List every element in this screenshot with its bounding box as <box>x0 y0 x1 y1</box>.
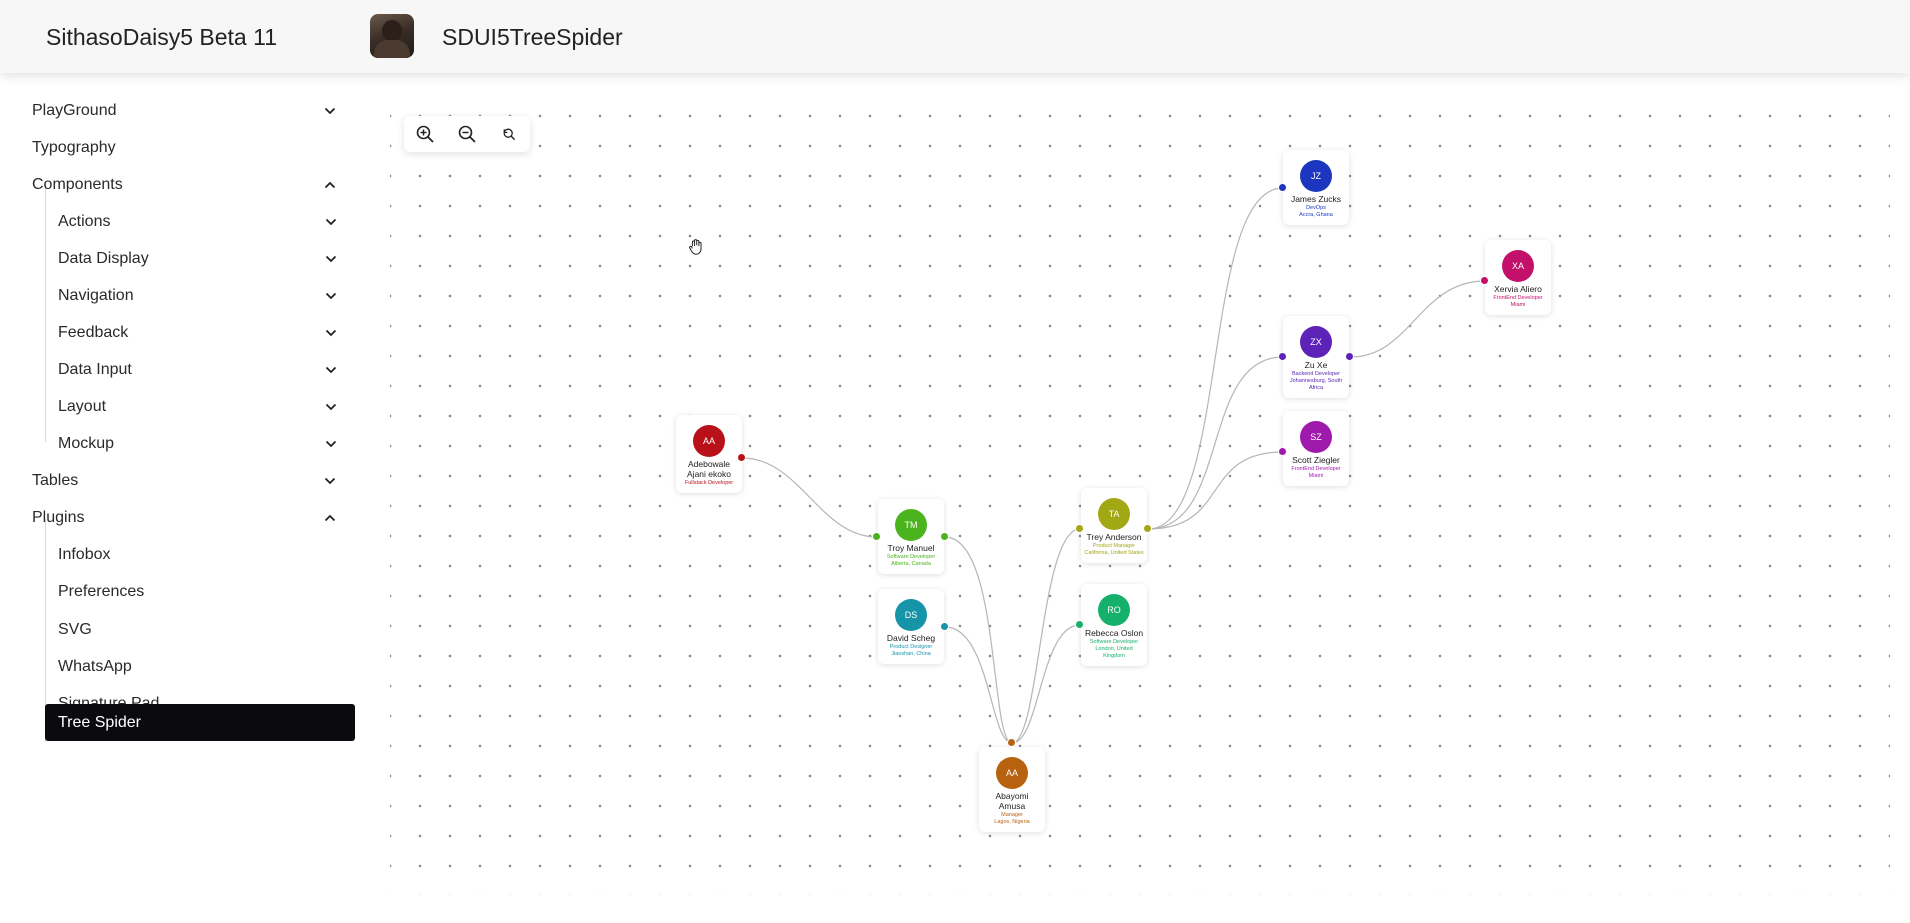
node-location: Accra, Ghana <box>1299 212 1333 218</box>
node-name: Rebecca Oslon <box>1084 628 1144 638</box>
node-connector[interactable] <box>1143 524 1152 533</box>
node-location: Lagos, Nigeria <box>994 819 1030 825</box>
node-role: Software Developer <box>1089 639 1139 645</box>
node-name: Troy Manuel <box>887 543 935 553</box>
tree-link <box>1147 356 1284 530</box>
node-name: David Scheg <box>886 633 936 643</box>
node-connector[interactable] <box>1007 738 1016 747</box>
node-connector[interactable] <box>1075 620 1084 629</box>
node-connector[interactable] <box>737 453 746 462</box>
avatar: SZ <box>1300 421 1332 453</box>
tree-node[interactable]: ZX Zu Xe Backend Developer Johannesburg,… <box>1283 316 1349 398</box>
node-location <box>676 487 742 493</box>
node-connector[interactable] <box>940 532 949 541</box>
node-connector[interactable] <box>940 622 949 631</box>
node-role: FrontEnd Developer <box>1291 466 1341 472</box>
node-name: Xervia Aliero <box>1494 284 1542 294</box>
avatar: TA <box>1098 498 1130 530</box>
node-location: London, United Kingdom <box>1095 646 1133 659</box>
tree-node[interactable]: RO Rebecca Oslon Software Developer Lond… <box>1081 584 1147 666</box>
node-role: Product Designer <box>889 644 933 650</box>
node-role: Product Manager <box>1092 543 1136 549</box>
tree-link <box>1147 187 1284 530</box>
avatar: XA <box>1502 250 1534 282</box>
avatar: AA <box>996 757 1028 789</box>
tree-node[interactable]: AA Abayomi Amusa Manager Lagos, Nigeria <box>979 747 1045 832</box>
node-name: Abayomi Amusa <box>995 791 1029 811</box>
tree-link <box>1350 280 1486 358</box>
tree-link <box>1011 528 1081 744</box>
tree-link <box>741 457 878 538</box>
node-connector[interactable] <box>1345 352 1354 361</box>
node-location: Johannesburg, South Africa <box>1289 378 1343 391</box>
node-role: Fullstack Developer <box>684 480 734 486</box>
node-name: Scott Ziegler <box>1292 455 1340 465</box>
avatar: ZX <box>1300 326 1332 358</box>
node-location: Miami <box>1308 473 1324 479</box>
node-location: Alberta, Canada <box>891 561 931 567</box>
tree-node[interactable]: DS David Scheg Product Designer Jiaoshan… <box>878 589 944 664</box>
avatar: AA <box>693 425 725 457</box>
tree-link <box>1147 451 1284 530</box>
tree-links <box>741 187 1486 744</box>
node-connector[interactable] <box>1278 183 1287 192</box>
avatar: RO <box>1098 594 1130 626</box>
node-role: Backend Developer <box>1291 371 1340 377</box>
tree-node[interactable]: XA Xervia Aliero FrontEnd Developer Miam… <box>1485 240 1551 315</box>
node-location: Jiaoshan, China <box>891 651 931 657</box>
tree-node[interactable]: TM Troy Manuel Software Developer Albert… <box>878 499 944 574</box>
avatar: TM <box>895 509 927 541</box>
node-role: DevOps <box>1306 205 1326 211</box>
avatar: DS <box>895 599 927 631</box>
node-role: FrontEnd Developer <box>1493 295 1543 301</box>
node-role: Manager <box>1001 812 1023 818</box>
node-name: Adebowale Ajani ekoko <box>687 459 731 479</box>
node-role: Software Developer <box>886 554 936 560</box>
tree-node[interactable]: SZ Scott Ziegler FrontEnd Developer Miam… <box>1283 411 1349 486</box>
tree-link <box>1011 624 1081 744</box>
tree-node[interactable]: AA Adebowale Ajani ekoko Fullstack Devel… <box>676 415 742 493</box>
node-connector[interactable] <box>1075 524 1084 533</box>
tree-link <box>944 536 1013 744</box>
node-connector[interactable] <box>1278 352 1287 361</box>
node-connector[interactable] <box>872 532 881 541</box>
tree-node[interactable]: TA Trey Anderson Product Manager Califor… <box>1081 488 1147 563</box>
node-location: California, United States <box>1084 550 1144 556</box>
node-name: Trey Anderson <box>1086 532 1142 542</box>
node-name: Zu Xe <box>1304 360 1328 370</box>
node-connector[interactable] <box>1480 276 1489 285</box>
node-location: Miami <box>1510 302 1526 308</box>
tree-node[interactable]: JZ James Zucks DevOps Accra, Ghana <box>1283 150 1349 225</box>
avatar: JZ <box>1300 160 1332 192</box>
node-name: James Zucks <box>1290 194 1342 204</box>
tree-link <box>944 626 1013 744</box>
node-connector[interactable] <box>1278 447 1287 456</box>
